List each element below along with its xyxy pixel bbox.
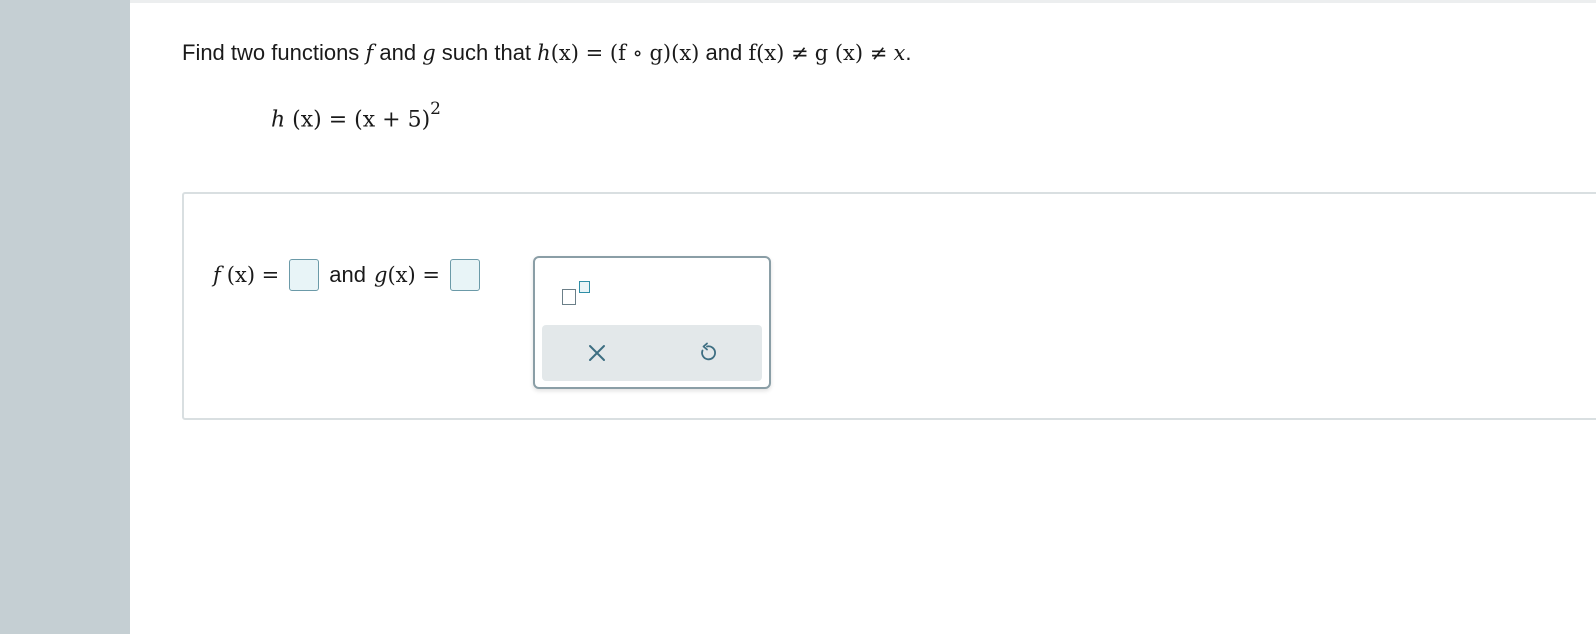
answer-g-arg: (x) = xyxy=(387,263,440,287)
undo-icon xyxy=(701,342,716,361)
answer-row: f (x) = and g (x) = xyxy=(213,256,490,294)
question-and-1: and xyxy=(379,40,417,65)
question-g: g xyxy=(422,41,436,65)
question-and-2: and xyxy=(705,40,743,65)
given-function: h (x) = (x + 5)2 xyxy=(271,99,441,133)
question-f: f xyxy=(365,41,374,65)
question-such-that: such that xyxy=(441,40,532,65)
question-condition-g: g (x) ≠ xyxy=(814,41,888,65)
f-answer-input[interactable] xyxy=(289,259,320,291)
math-palette xyxy=(533,256,771,389)
superscript-exponent-icon xyxy=(579,281,590,293)
question-h-definition: (x) = (f ∘ g)(x) xyxy=(550,41,700,65)
question-h: h xyxy=(537,41,551,65)
question-condition-x: x xyxy=(893,41,906,65)
given-function-body: (x) = (x + 5) xyxy=(285,107,431,133)
answer-and-label: and xyxy=(329,262,366,287)
given-function-name: h xyxy=(271,107,286,133)
clear-button[interactable] xyxy=(572,333,622,373)
question-prompt: Find two functions f and g such that h(x… xyxy=(182,40,911,66)
given-function-exponent: 2 xyxy=(430,99,441,119)
answer-area xyxy=(182,192,1596,420)
question-period: . xyxy=(905,40,912,65)
undo-button[interactable] xyxy=(682,333,732,373)
question-lead: Find two functions xyxy=(182,40,360,65)
palette-action-bar xyxy=(542,325,762,381)
close-icon xyxy=(589,345,605,361)
top-divider xyxy=(130,0,1596,3)
superscript-base-icon xyxy=(562,289,576,305)
g-answer-input[interactable] xyxy=(449,259,480,291)
answer-g-label: g xyxy=(374,263,388,287)
answer-f-label: f xyxy=(213,263,221,287)
superscript-button[interactable] xyxy=(560,278,596,312)
question-condition-f: f(x) ≠ xyxy=(748,41,809,65)
answer-f-arg: (x) = xyxy=(226,263,280,287)
left-sidebar xyxy=(0,0,130,634)
